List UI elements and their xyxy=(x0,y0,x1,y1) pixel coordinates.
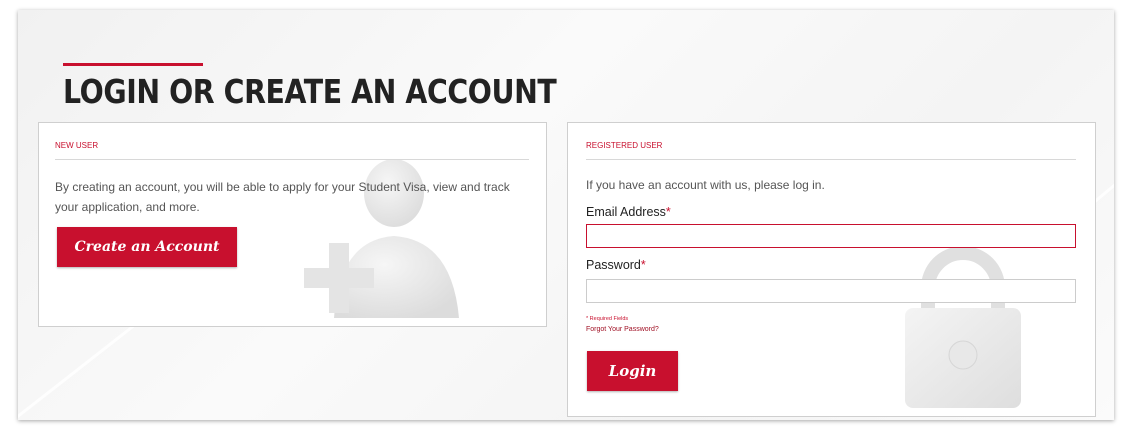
email-field[interactable] xyxy=(586,224,1076,248)
new-user-panel: NEW USER By creating an account, you wil… xyxy=(38,122,547,327)
required-asterisk: * xyxy=(665,205,671,219)
login-page: LOGIN OR CREATE AN ACCOUNT NEW USER By c… xyxy=(18,10,1114,420)
password-label: Password* xyxy=(586,258,646,272)
section-divider xyxy=(55,159,529,160)
login-intro-text: If you have an account with us, please l… xyxy=(586,178,825,192)
registered-user-heading: REGISTERED USER xyxy=(586,141,663,150)
required-fields-note: * Required Fields xyxy=(586,316,629,322)
page-title: LOGIN OR CREATE AN ACCOUNT xyxy=(63,72,557,111)
email-label: Email Address* xyxy=(586,205,671,219)
new-user-description: By creating an account, you will be able… xyxy=(55,180,510,214)
new-user-heading: NEW USER xyxy=(55,141,99,150)
registered-user-panel: REGISTERED USER If you have an account w… xyxy=(567,122,1096,417)
password-label-text: Password xyxy=(586,258,641,272)
title-accent-bar xyxy=(63,63,203,66)
forgot-password-link[interactable]: Forgot Your Password? xyxy=(586,326,659,333)
required-asterisk: * xyxy=(640,258,646,272)
password-field[interactable] xyxy=(586,279,1076,303)
create-account-button[interactable]: Create an Account xyxy=(57,227,237,267)
email-label-text: Email Address xyxy=(586,205,666,219)
lock-icon xyxy=(905,246,1021,408)
login-button[interactable]: Login xyxy=(587,351,678,391)
add-user-icon xyxy=(304,159,459,318)
section-divider xyxy=(586,159,1076,160)
